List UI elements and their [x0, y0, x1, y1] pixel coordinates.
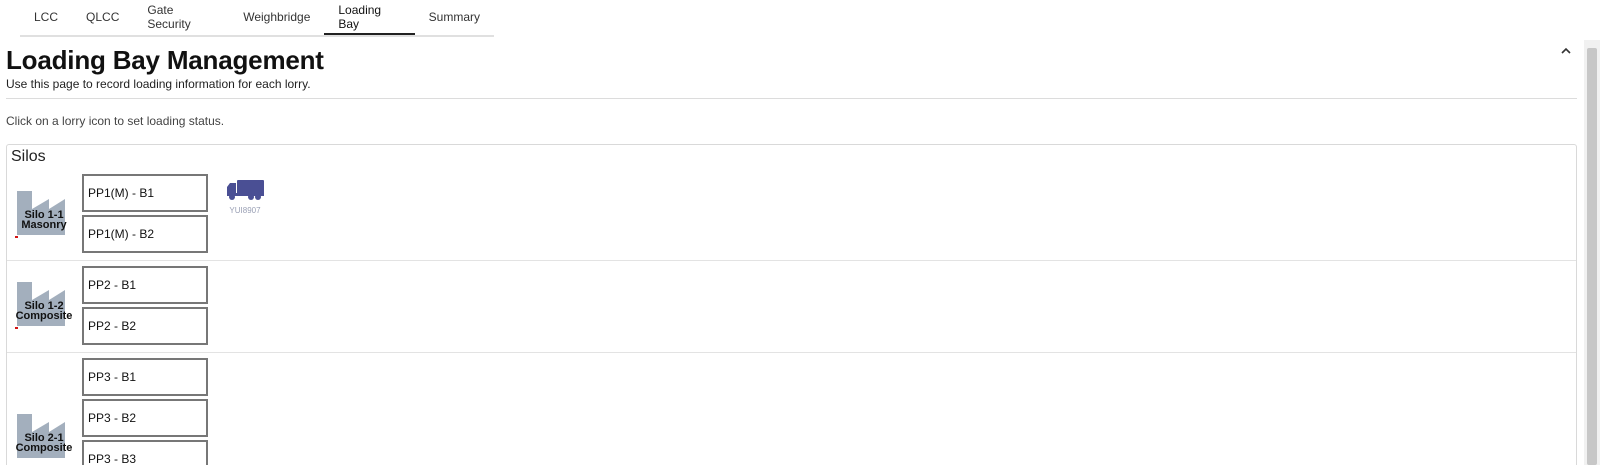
- status-mark: [15, 236, 18, 238]
- lorry-icon: [227, 180, 264, 200]
- silos-section-title: Silos: [11, 148, 46, 165]
- lorry-button[interactable]: YUI8907: [225, 179, 269, 217]
- silo-type: Composite: [15, 310, 73, 322]
- tab-weighbridge[interactable]: Weighbridge: [229, 0, 324, 33]
- tab-qlcc[interactable]: QLCC: [72, 0, 133, 33]
- bay-slot[interactable]: PP2 - B2: [82, 307, 208, 345]
- lorry-plate: YUI8907: [229, 206, 261, 215]
- silos-panel: Silos Silo 1-1 Masonry PP1(M) - B1 PP1(M…: [6, 144, 1577, 465]
- silo-type: Masonry: [21, 219, 67, 231]
- scrollbar-thumb[interactable]: [1587, 48, 1597, 465]
- silo-button[interactable]: Silo 1-1 Masonry: [13, 187, 73, 247]
- tab-gate-security[interactable]: Gate Security: [133, 0, 229, 33]
- header-divider: [6, 98, 1577, 99]
- silo-button[interactable]: Silo 1-2 Composite: [13, 278, 73, 338]
- row-divider: [7, 352, 1576, 353]
- bay-slot[interactable]: PP2 - B1: [82, 266, 208, 304]
- status-mark: [15, 327, 18, 329]
- row-divider: [7, 260, 1576, 261]
- bay-slot[interactable]: PP3 - B3: [82, 440, 208, 465]
- chevron-up-icon[interactable]: [1559, 44, 1573, 56]
- bay-slot[interactable]: PP3 - B1: [82, 358, 208, 396]
- silo-row: Silo 1-1 Masonry PP1(M) - B1 PP1(M) - B2…: [7, 173, 1576, 261]
- instruction-text: Click on a lorry icon to set loading sta…: [6, 114, 225, 128]
- silo-row: Silo 2-1 Composite PP3 - B1 PP3 - B2 PP3…: [7, 358, 1576, 465]
- silo-row: Silo 1-2 Composite PP2 - B1 PP2 - B2: [7, 266, 1576, 352]
- bay-slot[interactable]: PP1(M) - B1: [82, 174, 208, 212]
- loading-bay-page: LCC QLCC Gate Security Weighbridge Loadi…: [0, 0, 1600, 465]
- tab-summary[interactable]: Summary: [415, 0, 494, 33]
- page-title: Loading Bay Management: [6, 45, 324, 75]
- scrollbar[interactable]: [1584, 40, 1600, 465]
- page-subtitle: Use this page to record loading informat…: [6, 77, 311, 91]
- silo-type: Composite: [15, 442, 73, 454]
- silo-button[interactable]: Silo 2-1 Composite: [13, 410, 73, 465]
- tab-loading-bay[interactable]: Loading Bay: [324, 0, 415, 35]
- bay-slot[interactable]: PP3 - B2: [82, 399, 208, 437]
- tab-bar: LCC QLCC Gate Security Weighbridge Loadi…: [20, 0, 494, 37]
- tab-lcc[interactable]: LCC: [20, 0, 72, 33]
- bay-slot[interactable]: PP1(M) - B2: [82, 215, 208, 253]
